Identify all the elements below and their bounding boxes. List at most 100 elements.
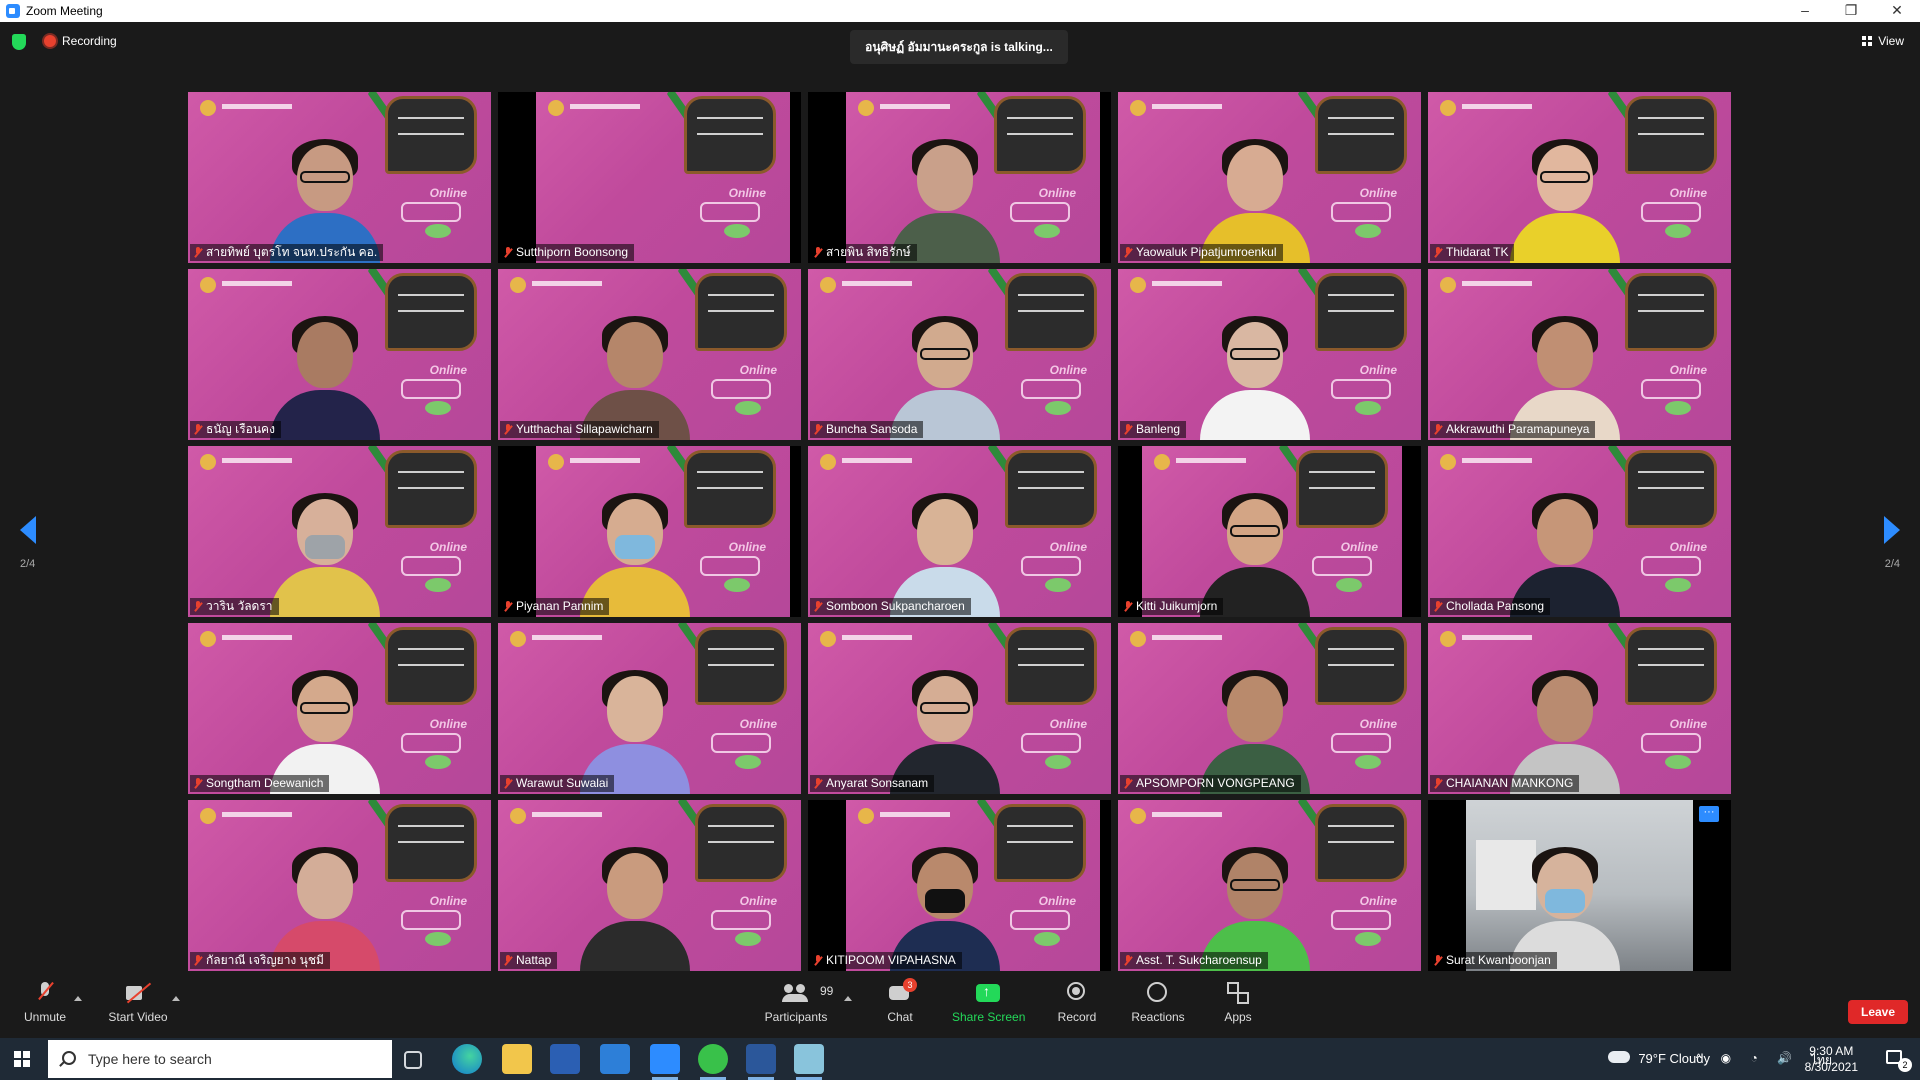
- reactions-label: Reactions: [1131, 1010, 1185, 1024]
- tray-icons[interactable]: ^ ◉ ◔ 🔊: [1696, 1051, 1800, 1065]
- glasses: [919, 348, 970, 360]
- video-tile[interactable]: Online Asst. T. Sukcharoensup: [1118, 800, 1421, 971]
- video-tile[interactable]: Online KITIPOOM VIPAHASNA: [808, 800, 1111, 971]
- background-header-bar: [1152, 281, 1222, 286]
- word-icon[interactable]: [746, 1044, 776, 1080]
- glasses: [1229, 348, 1280, 360]
- badge-graphic: [401, 202, 461, 222]
- chalkboard-graphic: [695, 804, 787, 882]
- chalkboard-graphic: [1625, 627, 1717, 705]
- crest-icon: [510, 808, 526, 824]
- video-tile[interactable]: Online วาริน วัลดรา: [188, 446, 491, 617]
- badge-graphic: [711, 379, 771, 399]
- clock[interactable]: 9:30 AM 8/30/2021: [1805, 1043, 1858, 1075]
- video-tile[interactable]: Online Akkrawuthi Paramapuneya: [1428, 269, 1731, 440]
- crest-icon: [200, 454, 216, 470]
- video-tile[interactable]: Online Chollada Pansong: [1428, 446, 1731, 617]
- video-tile[interactable]: Online สายพิน สิทธิรักษ์: [808, 92, 1111, 263]
- share-screen-button[interactable]: Share Screen: [952, 982, 1025, 1024]
- video-tile[interactable]: Online CHAIANAN MANKONG: [1428, 623, 1731, 794]
- video-tile[interactable]: Online Piyanan Pannim: [498, 446, 801, 617]
- video-tile[interactable]: Online Warawut Suwalai: [498, 623, 801, 794]
- participants-caret-icon[interactable]: [844, 996, 852, 1001]
- video-tile[interactable]: Online APSOMPORN VONGPEANG: [1118, 623, 1421, 794]
- task-view-icon[interactable]: [404, 1051, 422, 1069]
- chalkboard-graphic: [1315, 96, 1407, 174]
- chat-button[interactable]: 3 Chat: [880, 978, 920, 1024]
- video-tile[interactable]: Online ธนัญ เรือนคง: [188, 269, 491, 440]
- line-app-icon[interactable]: [698, 1044, 728, 1080]
- badge-graphic: [700, 556, 760, 576]
- muted-mic-icon: [1124, 601, 1132, 612]
- video-tile[interactable]: Online สายทิพย์ บุตรโท จนท.ประกัน คอ.: [188, 92, 491, 263]
- participant-name: Nattap: [516, 953, 552, 967]
- crest-icon: [510, 277, 526, 293]
- restore-button[interactable]: ❐: [1828, 0, 1874, 22]
- video-options-caret-icon[interactable]: [172, 996, 180, 1001]
- recording-indicator[interactable]: Recording: [44, 34, 117, 48]
- video-tile[interactable]: Online Yaowaluk Pipatjumroenkul: [1118, 92, 1421, 263]
- background-header-bar: [532, 812, 602, 817]
- face: [1536, 676, 1593, 742]
- face: [1226, 145, 1283, 211]
- reactions-button[interactable]: Reactions: [1130, 982, 1186, 1024]
- video-tile[interactable]: Online Banleng: [1118, 269, 1421, 440]
- video-tile[interactable]: Online Yutthachai Sillapawicharn: [498, 269, 801, 440]
- virtual-background: Online: [536, 92, 790, 263]
- edge-browser-icon[interactable]: [452, 1044, 482, 1074]
- start-video-label: Start Video: [108, 1010, 168, 1024]
- notes-app-icon[interactable]: [794, 1044, 824, 1080]
- background-header-bar: [1462, 458, 1532, 463]
- video-tile[interactable]: Online Kitti Juikumjorn: [1118, 446, 1421, 617]
- badge-graphic: [1641, 202, 1701, 222]
- green-blob-graphic: [425, 932, 451, 946]
- green-blob-graphic: [1355, 401, 1381, 415]
- video-tile[interactable]: Online Thidarat TK: [1428, 92, 1731, 263]
- glasses: [919, 702, 970, 714]
- zoom-taskbar-icon[interactable]: [650, 1044, 680, 1080]
- view-button[interactable]: View: [1862, 34, 1904, 48]
- leave-button[interactable]: Leave: [1848, 1000, 1908, 1024]
- video-tile[interactable]: Online Somboon Sukpancharoen: [808, 446, 1111, 617]
- encryption-shield-icon[interactable]: [12, 34, 26, 50]
- video-tile[interactable]: Online กัลยาณี เจริญยาง นุชมี: [188, 800, 491, 971]
- glasses: [299, 702, 350, 714]
- minimize-button[interactable]: –: [1782, 0, 1828, 22]
- store-icon[interactable]: [550, 1044, 580, 1074]
- participant-name: วาริน วัลดรา: [206, 599, 273, 613]
- unmute-button[interactable]: Unmute: [22, 982, 68, 1024]
- start-video-button[interactable]: Start Video: [106, 982, 170, 1024]
- muted-mic-icon: [194, 955, 202, 966]
- window-titlebar: Zoom Meeting – ❐ ✕: [0, 0, 1920, 22]
- next-page-arrow-icon[interactable]: [1884, 516, 1900, 544]
- video-tile[interactable]: Online Anyarat Sonsanam: [808, 623, 1111, 794]
- video-tile[interactable]: Online Sutthiporn Boonsong: [498, 92, 801, 263]
- video-tile[interactable]: Online Nattap: [498, 800, 801, 971]
- participants-icon: 99: [782, 982, 833, 1004]
- previous-page-arrow-icon[interactable]: [20, 516, 36, 544]
- background-header-bar: [570, 104, 640, 109]
- windows-start-icon[interactable]: [14, 1051, 30, 1067]
- video-tile[interactable]: ··· Surat Kwanboonjan: [1428, 800, 1731, 971]
- chalkboard-graphic: [1315, 273, 1407, 351]
- taskbar-search-box[interactable]: Type here to search: [48, 1040, 392, 1078]
- apps-button[interactable]: Apps: [1222, 982, 1254, 1024]
- more-options-icon[interactable]: ···: [1699, 806, 1719, 822]
- record-icon: [1067, 982, 1087, 1004]
- chalkboard-graphic: [385, 450, 477, 528]
- record-button[interactable]: Record: [1056, 982, 1098, 1024]
- file-explorer-icon[interactable]: [502, 1044, 532, 1074]
- recording-label: Recording: [62, 34, 117, 48]
- participant-video: [269, 316, 380, 440]
- muted-mic-icon: [1124, 955, 1132, 966]
- video-tile[interactable]: Online Buncha Sansoda: [808, 269, 1111, 440]
- video-tile[interactable]: Online Songtham Deewanich: [188, 623, 491, 794]
- badge-graphic: [1021, 556, 1081, 576]
- mail-icon[interactable]: [600, 1044, 630, 1074]
- participants-button[interactable]: 99 Participants: [764, 982, 833, 1024]
- participant-name: Surat Kwanboonjan: [1446, 953, 1551, 967]
- green-blob-graphic: [1355, 755, 1381, 769]
- audio-options-caret-icon[interactable]: [74, 996, 82, 1001]
- muted-mic-icon: [1434, 778, 1442, 789]
- close-button[interactable]: ✕: [1874, 0, 1920, 22]
